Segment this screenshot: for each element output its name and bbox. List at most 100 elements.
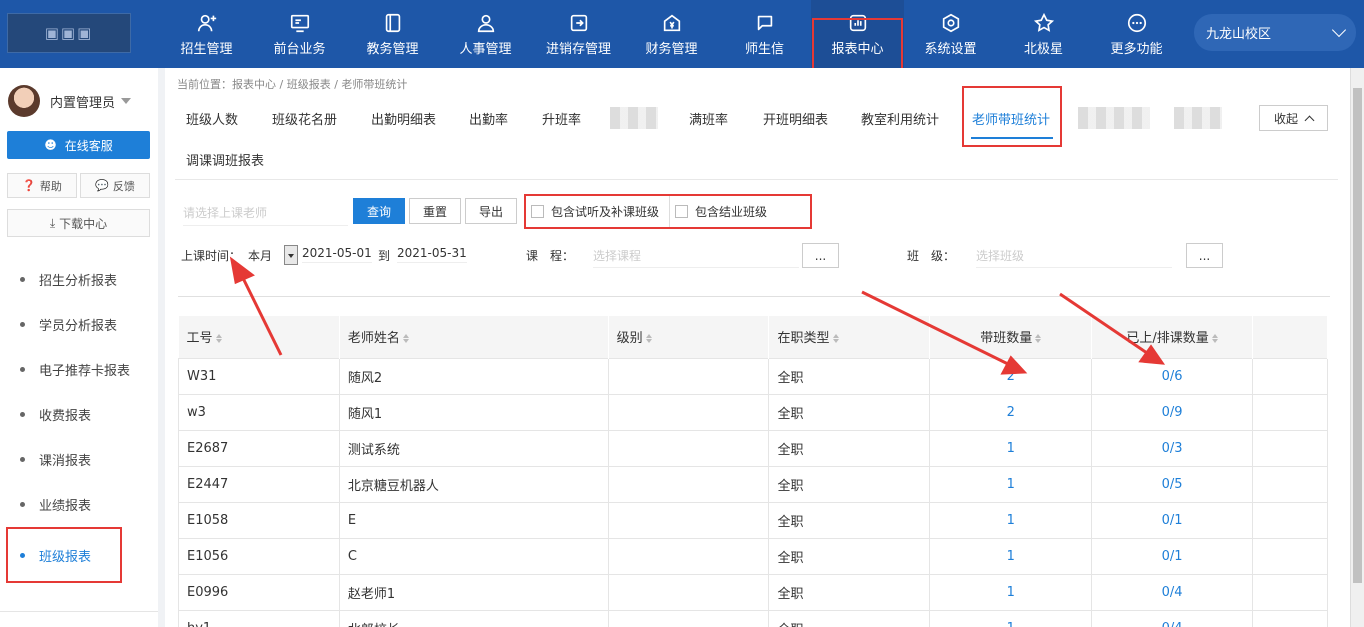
sidebar-item-fee-report[interactable]: 收费报表 (0, 392, 158, 437)
tab-classroom-usage[interactable]: 教室利用统计 (861, 109, 939, 128)
feedback-button[interactable]: 💬 反馈 (80, 173, 150, 198)
nav-label: 进销存管理 (545, 41, 611, 57)
sidebar-item-label: 业绩报表 (39, 499, 92, 514)
campus-select[interactable]: 九龙山校区 (1194, 14, 1356, 51)
user-menu[interactable]: 内置管理员 (8, 85, 132, 117)
download-center-button[interactable]: ⤓ 下载中心 (7, 209, 150, 237)
tab-reschedule-report[interactable]: 调课调班报表 (186, 150, 264, 169)
sidebar-item-performance-report[interactable]: 业绩报表 (0, 482, 158, 527)
sort-icon[interactable] (1211, 334, 1218, 344)
feedback-label: 反馈 (112, 179, 135, 193)
tab-full-rate[interactable]: 满班率 (689, 109, 728, 128)
nav-label: 教务管理 (366, 41, 419, 57)
nav-recruit[interactable]: 招生管理 (160, 0, 253, 68)
nav-front-desk[interactable]: 前台业务 (253, 0, 346, 68)
cell-lesson-count-link[interactable]: 0/3 (1091, 429, 1254, 467)
export-button[interactable]: 导出 (465, 198, 517, 224)
cell-lesson-count-link[interactable]: 0/4 (1091, 573, 1254, 611)
help-icon: ❓ (22, 179, 36, 192)
tab-class-open-detail[interactable]: 开班明细表 (763, 109, 828, 128)
column-header-level[interactable]: 级别 (608, 316, 770, 358)
sidebar-item-consumption-report[interactable]: 课消报表 (0, 437, 158, 482)
column-header-lesson-count[interactable]: 已上/排课数量 (1091, 316, 1254, 358)
cell-level (607, 609, 770, 627)
nav-polaris[interactable]: 北极星 (997, 0, 1090, 68)
bullet-icon (20, 457, 25, 462)
column-header-name[interactable]: 老师姓名 (339, 316, 609, 358)
teacher-select-input[interactable]: 请选择上课老师 (183, 204, 348, 226)
cell-class-count-link[interactable]: 1 (929, 537, 1093, 575)
course-input[interactable]: 选择课程 (593, 247, 799, 268)
cell-id: E1056 (178, 537, 340, 575)
cell-class-count-link[interactable]: 1 (929, 573, 1093, 611)
include-graduated-label: 包含结业班级 (695, 205, 768, 219)
sidebar-item-class-report[interactable]: 班级报表 (6, 527, 122, 583)
nav-settings[interactable]: 系统设置 (904, 0, 997, 68)
sidebar-item-recruit-report[interactable]: 招生分析报表 (0, 257, 158, 302)
column-header-class-count[interactable]: 带班数量 (929, 316, 1093, 358)
nav-more[interactable]: 更多功能 (1090, 0, 1183, 68)
nav-label: 系统设置 (924, 41, 977, 57)
sidebar-item-label: 学员分析报表 (39, 319, 118, 334)
include-trial-checkbox[interactable]: 包含试听及补课班级 (526, 196, 671, 227)
cell-class-count-link[interactable]: 2 (929, 357, 1093, 395)
tab-promotion-rate[interactable]: 升班率 (542, 109, 581, 128)
column-header-employment[interactable]: 在职类型 (768, 316, 931, 358)
column-header-id[interactable]: 工号 (178, 316, 340, 358)
nav-finance[interactable]: 财务管理 (625, 0, 718, 68)
sidebar-collapse[interactable] (0, 611, 158, 627)
class-picker-button[interactable]: ... (1186, 243, 1223, 268)
cell-class-count-link[interactable]: 1 (929, 501, 1093, 539)
cell-lesson-count-link[interactable]: 0/1 (1091, 537, 1254, 575)
cell-class-count-link[interactable]: 1 (929, 609, 1093, 627)
query-button[interactable]: 查询 (353, 198, 405, 224)
tab-class-roster[interactable]: 班级花名册 (272, 109, 337, 128)
sidebar-item-student-report[interactable]: 学员分析报表 (0, 302, 158, 347)
cell-extra (1252, 573, 1328, 611)
tab-redacted[interactable] (1174, 107, 1222, 129)
cell-lesson-count-link[interactable]: 0/1 (1091, 501, 1254, 539)
cell-class-count-link[interactable]: 2 (929, 393, 1093, 431)
breadcrumb: 当前位置：报表中心 / 班级报表 / 老师带班统计 (177, 78, 408, 91)
cell-lesson-count-link[interactable]: 0/5 (1091, 465, 1254, 503)
tab-redacted[interactable] (1078, 107, 1150, 129)
dropdown-arrow-icon[interactable] (284, 245, 298, 265)
sort-icon[interactable] (402, 334, 409, 344)
cell-lesson-count-link[interactable]: 0/6 (1091, 357, 1254, 395)
tab-attendance-detail[interactable]: 出勤明细表 (371, 109, 436, 128)
nav-hr[interactable]: 人事管理 (439, 0, 532, 68)
class-input[interactable]: 选择班级 (976, 247, 1172, 268)
sort-icon[interactable] (1035, 334, 1042, 344)
sort-icon[interactable] (832, 334, 839, 344)
scrollbar-thumb[interactable] (1353, 88, 1362, 583)
page-scrollbar[interactable] (1350, 68, 1364, 627)
sort-icon[interactable] (645, 334, 652, 344)
teacher-stats-table: 工号 老师姓名 级别 在职类型 带班数量 已上/排课数量 W31 随风2 全职 … (178, 316, 1328, 627)
nav-academic[interactable]: 教务管理 (346, 0, 439, 68)
cell-lesson-count-link[interactable]: 0/9 (1091, 393, 1254, 431)
collapse-button[interactable]: 收起 (1259, 105, 1328, 131)
cell-lesson-count-link[interactable]: 0/4 (1091, 609, 1254, 627)
course-picker-button[interactable]: ... (802, 243, 839, 268)
nav-label: 师生信 (744, 41, 784, 57)
cell-extra (1252, 429, 1328, 467)
cell-id: w3 (178, 393, 340, 431)
tab-redacted[interactable] (610, 107, 658, 129)
cell-class-count-link[interactable]: 1 (929, 465, 1093, 503)
sidebar-item-ecard-report[interactable]: 电子推荐卡报表 (0, 347, 158, 392)
table-header-row: 工号 老师姓名 级别 在职类型 带班数量 已上/排课数量 (178, 316, 1328, 358)
nav-messages[interactable]: 师生信 (718, 0, 811, 68)
include-graduated-checkbox[interactable]: 包含结业班级 (670, 203, 777, 220)
cell-level (607, 393, 770, 431)
end-date-input[interactable]: 2021-05-31 (397, 246, 467, 263)
online-service-button[interactable]: ☻ 在线客服 (7, 131, 150, 159)
time-range-select[interactable]: 本月 (244, 243, 298, 267)
nav-inventory[interactable]: 进销存管理 (532, 0, 625, 68)
sort-icon[interactable] (215, 334, 222, 344)
reset-button[interactable]: 重置 (409, 198, 461, 224)
cell-class-count-link[interactable]: 1 (929, 429, 1093, 467)
help-button[interactable]: ❓ 帮助 (7, 173, 77, 198)
start-date-input[interactable]: 2021-05-01 (302, 246, 372, 263)
tab-class-count[interactable]: 班级人数 (186, 109, 238, 128)
tab-attendance-rate[interactable]: 出勤率 (469, 109, 508, 128)
